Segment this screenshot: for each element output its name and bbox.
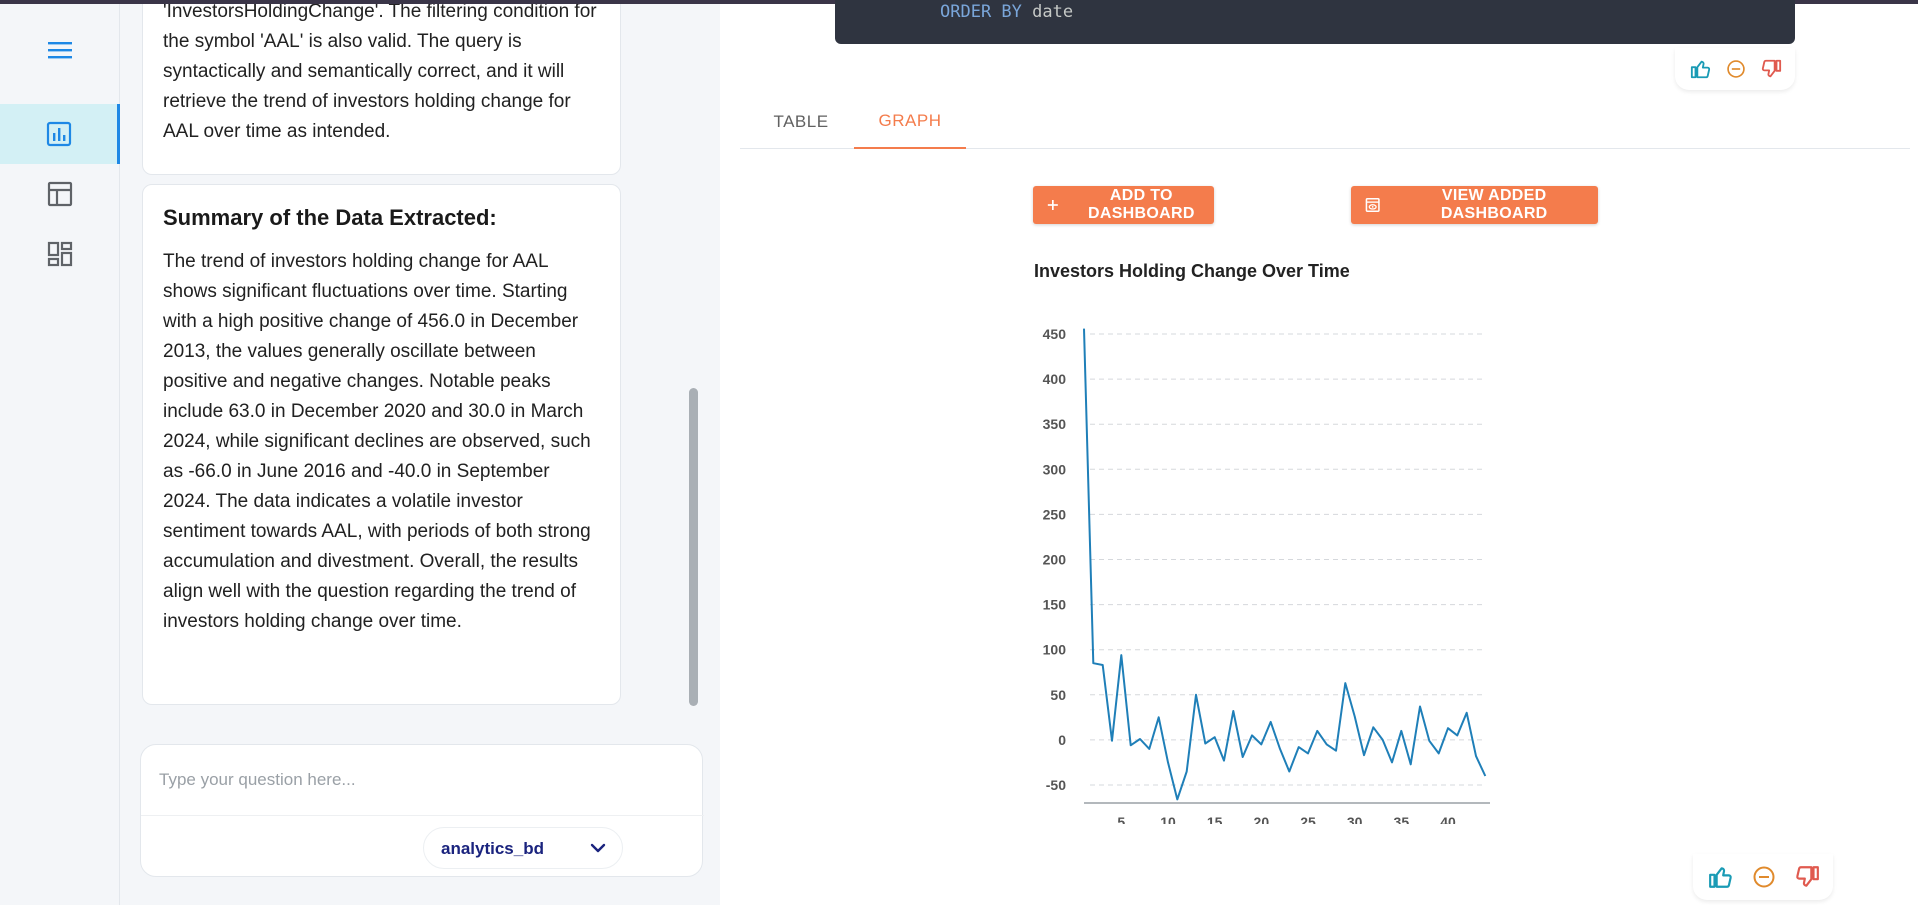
x-tick-label: 5: [1117, 814, 1125, 824]
database-select-value: analytics_bd: [441, 839, 544, 858]
bar-chart-icon: [46, 121, 71, 147]
tab-table[interactable]: TABLE: [750, 94, 852, 149]
x-tick-label: 20: [1254, 814, 1270, 824]
plus-icon: [1047, 199, 1058, 211]
y-tick-label: 200: [1043, 552, 1067, 568]
y-tick-label: -50: [1046, 777, 1066, 793]
thumbs-up-icon[interactable]: [1708, 864, 1734, 890]
menu-icon: [48, 42, 72, 59]
summary-card: Summary of the Data Extracted: The trend…: [142, 184, 621, 705]
results-panel: ORDER BY date TABLE GRAPH ADD TO DASHBOA…: [720, 0, 1918, 905]
table-icon: [47, 181, 73, 207]
y-tick-label: 400: [1043, 371, 1067, 387]
y-tick-label: 450: [1043, 326, 1067, 342]
menu-button[interactable]: [0, 20, 120, 80]
x-tick-label: 25: [1300, 814, 1316, 824]
y-tick-label: 0: [1058, 732, 1066, 748]
series-line: [1083, 328, 1487, 801]
sidebar-item-tables[interactable]: [0, 164, 120, 224]
x-tick-label: 30: [1347, 814, 1363, 824]
summary-title: Summary of the Data Extracted:: [163, 205, 497, 230]
neutral-icon[interactable]: [1752, 865, 1776, 889]
sql-identifier: date: [1032, 2, 1074, 22]
sidebar-item-dashboards[interactable]: [0, 224, 120, 284]
add-to-dashboard-button[interactable]: ADD TO DASHBOARD: [1033, 186, 1214, 224]
question-input[interactable]: [159, 765, 679, 795]
thumbs-down-icon[interactable]: [1760, 58, 1782, 80]
thumbs-down-icon[interactable]: [1794, 864, 1820, 890]
sql-code-line: ORDER BY date: [940, 2, 1073, 22]
y-tick-label: 250: [1043, 506, 1067, 522]
chevron-down-icon: [590, 843, 606, 853]
view-added-dashboard-label: VIEW ADDED DASHBOARD: [1440, 187, 1548, 222]
sql-keyword: ORDER BY: [940, 2, 1022, 22]
question-input-box: analytics_bd: [140, 744, 704, 877]
x-tick-label: 10: [1160, 814, 1176, 824]
y-tick-label: 300: [1043, 461, 1067, 477]
tab-graph[interactable]: GRAPH: [854, 94, 966, 149]
y-tick-label: 150: [1043, 597, 1067, 613]
assistant-message-card: 'InvestorsHoldingChange'. The filtering …: [142, 4, 621, 175]
chat-scrollbar[interactable]: [689, 388, 698, 706]
result-tabs: TABLE GRAPH: [740, 94, 1910, 149]
x-tick-label: 40: [1440, 814, 1456, 824]
sidebar-rail: [0, 4, 120, 905]
add-to-dashboard-label: ADD TO DASHBOARD: [1087, 187, 1195, 222]
query-feedback-bar: [1675, 48, 1795, 90]
y-tick-label: 350: [1043, 416, 1067, 432]
view-added-dashboard-button[interactable]: VIEW ADDED DASHBOARD: [1351, 186, 1598, 224]
dashboard-icon: [47, 241, 73, 267]
chart-feedback-bar: [1693, 854, 1833, 900]
neutral-icon[interactable]: [1726, 59, 1746, 79]
line-chart: -50 0 50 100 150 200 250 300 350 400 450 5 10 15 20 25 3…: [1043, 326, 1490, 824]
sql-code-block: ORDER BY date: [835, 0, 1795, 44]
input-divider: [141, 815, 704, 816]
y-tick-label: 100: [1043, 642, 1067, 658]
thumbs-up-icon[interactable]: [1690, 58, 1712, 80]
view-dashboard-icon: [1365, 197, 1380, 213]
chart-title: Investors Holding Change Over Time: [1034, 261, 1350, 281]
x-tick-label: 15: [1207, 814, 1223, 824]
y-tick-label: 50: [1050, 687, 1066, 703]
sidebar-item-charts[interactable]: [0, 104, 120, 164]
x-tick-label: 35: [1394, 814, 1410, 824]
summary-text: The trend of investors holding change fo…: [163, 251, 591, 632]
database-select[interactable]: analytics_bd: [423, 827, 623, 869]
assistant-message-text: 'InvestorsHoldingChange'. The filtering …: [163, 4, 597, 142]
